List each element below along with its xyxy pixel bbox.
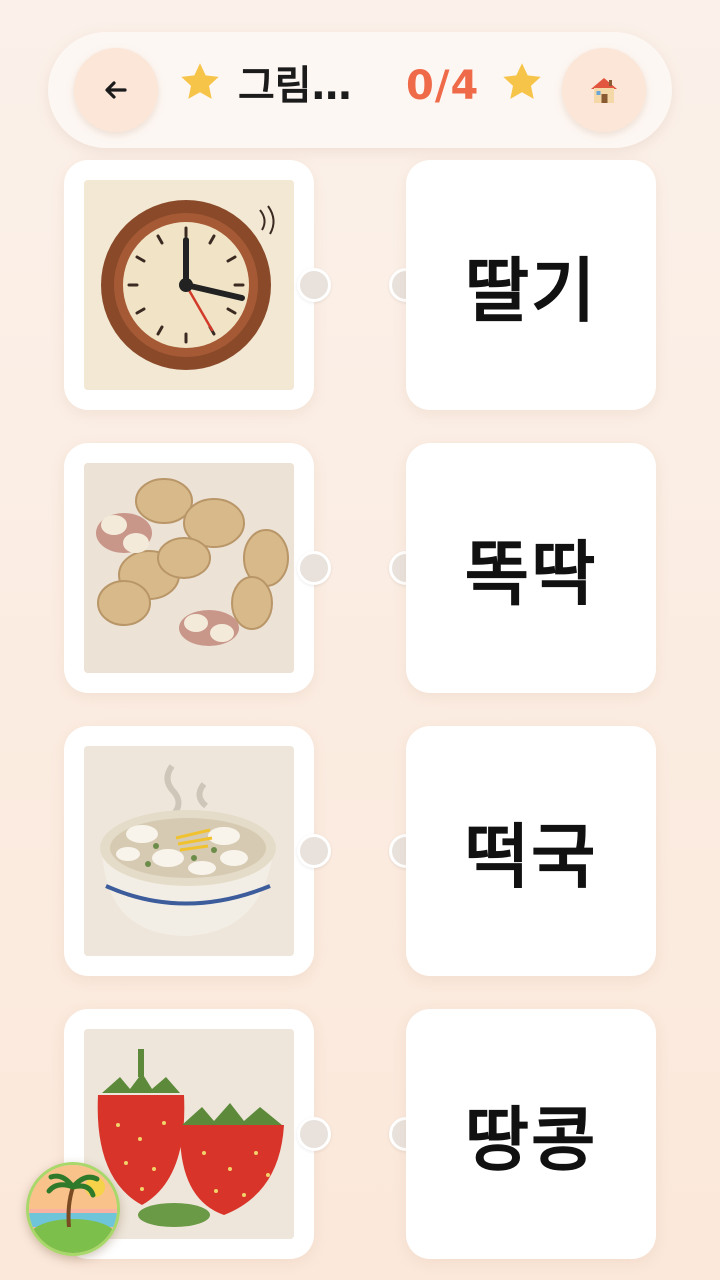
word-label: 땅콩 [464, 1098, 598, 1181]
word-label: 딸기 [464, 249, 598, 332]
word-card[interactable]: 떡국 [406, 726, 656, 976]
island-logo-icon [29, 1165, 117, 1253]
word-label: 똑딱 [464, 532, 598, 615]
connector-dot[interactable] [297, 551, 331, 585]
score-counter: 0/4 [406, 63, 480, 109]
house-icon [591, 78, 617, 103]
felt-tteokguk-image [84, 746, 294, 956]
word-card[interactable]: 똑딱 [406, 443, 656, 693]
picture-card-rice-cake-soup[interactable] [64, 726, 314, 976]
star-icon [503, 63, 541, 99]
picture-card-peanuts[interactable] [64, 443, 314, 693]
picture-card-clock[interactable] [64, 160, 314, 410]
word-label: 떡국 [464, 815, 598, 898]
page-title: 그림… [238, 63, 352, 109]
felt-clock-image [84, 180, 294, 390]
back-button[interactable] [74, 48, 158, 132]
word-card[interactable]: 땅콩 [406, 1009, 656, 1259]
star-icon [181, 63, 219, 99]
connector-dot[interactable] [297, 1117, 331, 1151]
word-card[interactable]: 딸기 [406, 160, 656, 410]
connector-dot[interactable] [297, 268, 331, 302]
felt-peanuts-image [84, 463, 294, 673]
connector-dot[interactable] [297, 834, 331, 868]
arrow-left-icon [105, 81, 127, 99]
island-logo-button[interactable] [26, 1162, 120, 1256]
home-button[interactable] [562, 48, 646, 132]
